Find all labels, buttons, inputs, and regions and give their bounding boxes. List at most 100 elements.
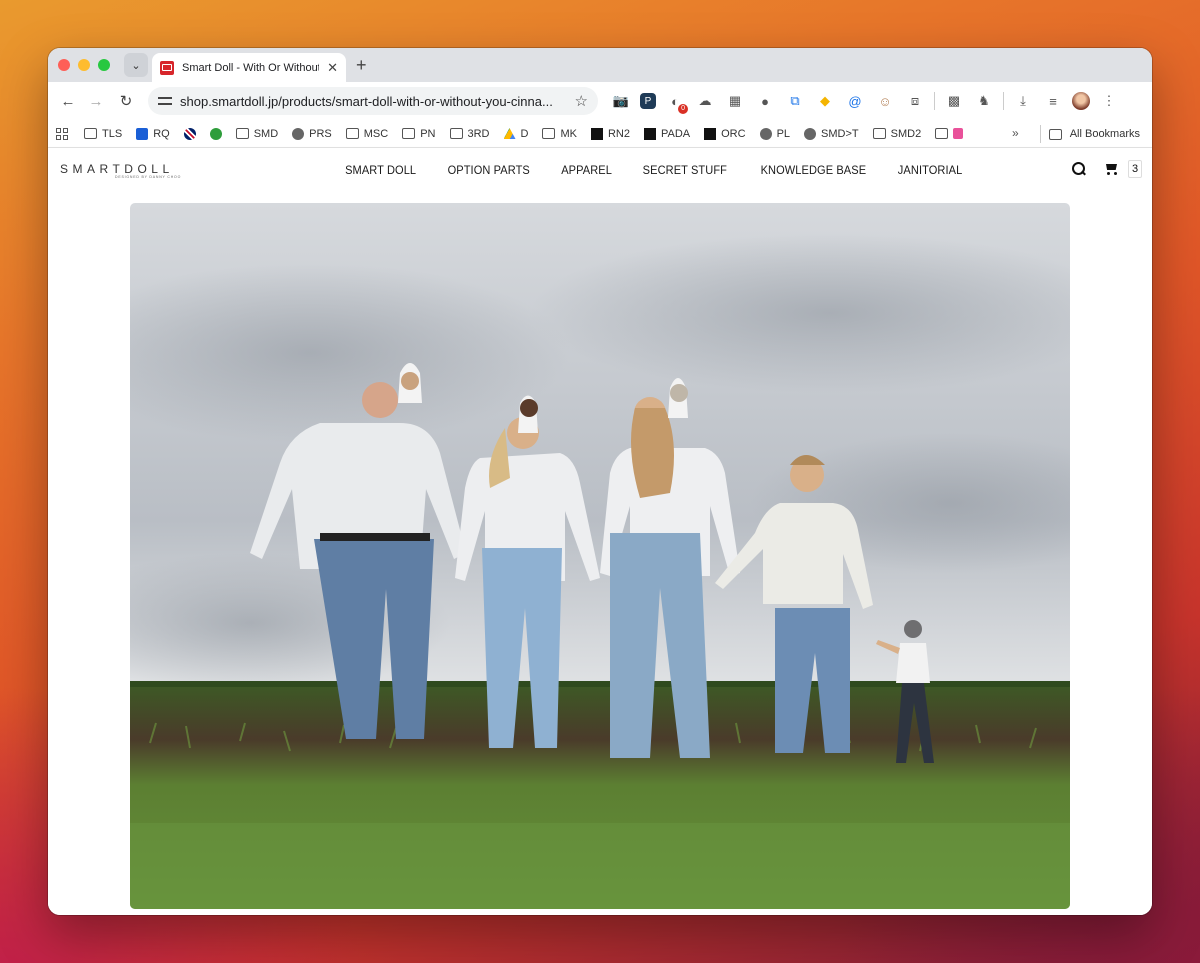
download-icon[interactable]: ⤓ [1012, 91, 1034, 111]
nav-knowledge-base[interactable]: KNOWLEDGE BASE [760, 163, 866, 177]
tab-strip: ⌄ Smart Doll - With Or Without You Cinna… [48, 48, 1152, 82]
toolbar-divider [934, 92, 935, 110]
cloud-extension-icon[interactable]: ☁ [694, 91, 716, 111]
kebab-menu-icon[interactable]: ⋮ [1098, 91, 1120, 111]
bookmark-pl[interactable]: PL [759, 127, 790, 140]
active-tab[interactable]: Smart Doll - With Or Without You Cinnamo… [152, 53, 346, 82]
bookmark-smd[interactable]: SMD [235, 128, 278, 140]
bookmark-star-icon[interactable]: ☆ [575, 92, 588, 110]
folder-icon [235, 128, 249, 139]
logo-subtext: DESIGNED BY DANNY CHOO [115, 175, 182, 179]
bookmark-green[interactable] [209, 127, 222, 140]
folder-icon [542, 128, 556, 139]
folder-icon [449, 128, 463, 139]
product-photo[interactable] [130, 203, 1070, 909]
close-window-button[interactable] [58, 59, 70, 71]
main-nav: SMART DOLL OPTION PARTS APPAREL SECRET S… [342, 163, 965, 177]
bookmark-d[interactable]: D [503, 128, 528, 140]
globe-icon [759, 127, 772, 140]
green-circle-icon [209, 127, 222, 140]
bookmark-gift-folder[interactable] [935, 128, 964, 139]
folder-icon [345, 128, 359, 139]
face-extension-icon[interactable]: ☺ [874, 91, 896, 111]
globe-icon [292, 127, 305, 140]
smartdoll-icon [590, 127, 603, 140]
window-controls [58, 59, 110, 71]
bookmark-msc[interactable]: MSC [345, 128, 388, 140]
browser-window: ⌄ Smart Doll - With Or Without You Cinna… [48, 48, 1152, 915]
chevron-down-icon: ⌄ [131, 59, 141, 72]
mail-extension-icon[interactable]: @ [844, 91, 866, 111]
nav-secret-stuff[interactable]: SECRET STUFF [643, 163, 727, 177]
nav-janitorial[interactable]: JANITORIAL [898, 163, 963, 177]
cart-icon[interactable] [1104, 162, 1120, 176]
site-settings-icon[interactable] [158, 95, 172, 107]
bookmark-pada[interactable]: PADA [643, 127, 690, 140]
tab-search-button[interactable]: ⌄ [124, 53, 148, 77]
site-header: SMARTDOLL DESIGNED BY DANNY CHOO SMART D… [48, 148, 1152, 192]
drive-icon [503, 128, 516, 139]
media-queue-icon[interactable]: ≡ [1042, 91, 1064, 111]
apps-grid-icon[interactable] [56, 127, 68, 140]
bookmark-smd-t[interactable]: SMD>T [804, 127, 859, 140]
address-bar[interactable]: shop.smartdoll.jp/products/smart-doll-wi… [148, 87, 598, 115]
profile-avatar[interactable] [1072, 92, 1090, 110]
cookie-extension-icon[interactable]: ● [754, 91, 776, 111]
reload-button[interactable]: ↻ [116, 91, 136, 111]
logo-text: SMARTDOLL [60, 162, 174, 176]
minimize-window-button[interactable] [78, 59, 90, 71]
back-button[interactable]: ← [58, 91, 78, 111]
cart-count-badge[interactable]: 3 [1128, 160, 1142, 178]
smartdoll-favicon-icon [160, 60, 174, 75]
bookmarks-divider [1039, 125, 1041, 143]
incognito-icon[interactable]: ♞ [973, 91, 995, 111]
extensions-row: 📷 P ◐ 0 ☁ ▦ ● ⧉ ◆ @ ☺ ⧈ ▩ ♞ ⤓ ≡ ⋮ [610, 91, 1120, 114]
dropbox-icon [136, 127, 149, 140]
family-field-photo [130, 203, 1070, 909]
color-extension-icon[interactable]: ◆ [814, 91, 836, 111]
nav-smart-doll[interactable]: SMART DOLL [345, 163, 416, 177]
url-text: shop.smartdoll.jp/products/smart-doll-wi… [180, 93, 553, 109]
password-extension-icon[interactable]: P [640, 93, 656, 109]
toolbar-divider [1003, 92, 1004, 110]
bookmark-uk[interactable] [183, 127, 196, 140]
smartdoll-logo[interactable]: SMARTDOLL DESIGNED BY DANNY CHOO [60, 162, 181, 179]
close-tab-icon[interactable]: ✕ [327, 60, 338, 76]
qr-code-icon[interactable]: ▩ [943, 91, 965, 111]
all-bookmarks[interactable]: All Bookmarks [1039, 120, 1140, 148]
bookmark-rn2[interactable]: RN2 [590, 127, 630, 140]
tab-title: Smart Doll - With Or Without You Cinnamo… [182, 61, 320, 74]
bookmark-mk[interactable]: MK [542, 128, 577, 140]
bookmark-rq[interactable]: RQ [136, 127, 170, 140]
folder-icon [872, 128, 886, 139]
bookmark-pn[interactable]: PN [402, 128, 436, 140]
camera-extension-icon[interactable]: 📷 [610, 91, 632, 111]
globe-icon [804, 127, 817, 140]
bookmark-3rd[interactable]: 3RD [449, 128, 490, 140]
nav-apparel[interactable]: APPAREL [561, 163, 612, 177]
folder-icon [84, 128, 97, 139]
new-tab-button[interactable]: + [356, 55, 367, 76]
folder-icon [1048, 128, 1062, 140]
arrow-right-icon: → [88, 92, 104, 110]
arrow-left-icon: ← [60, 92, 76, 110]
smartdoll-icon [643, 127, 656, 140]
gift-icon [953, 128, 964, 139]
bookmark-tls[interactable]: TLS [84, 128, 122, 140]
maximize-window-button[interactable] [98, 59, 110, 71]
uk-flag-icon [183, 127, 196, 140]
browser-toolbar: ← → ↻ shop.smartdoll.jp/products/smart-d… [48, 82, 1152, 120]
bookmark-prs[interactable]: PRS [292, 127, 332, 140]
bookmarks-bar: TLS RQ SMD PRS MSC PN 3RD D MK RN2 PADA … [48, 120, 1152, 148]
reload-icon: ↻ [119, 93, 133, 110]
calendar-extension-icon[interactable]: ▦ [724, 91, 746, 111]
forward-button[interactable]: → [86, 91, 106, 111]
nav-option-parts[interactable]: OPTION PARTS [448, 163, 530, 177]
counter-extension-icon[interactable]: ◐ 0 [664, 91, 688, 114]
bookmark-orc[interactable]: ORC [704, 127, 746, 140]
search-icon[interactable] [1072, 162, 1086, 176]
bookmark-smd2[interactable]: SMD2 [872, 128, 921, 140]
translate-extension-icon[interactable]: ⧉ [784, 91, 806, 111]
puzzle-extensions-icon[interactable]: ⧈ [904, 91, 926, 111]
more-bookmarks-button[interactable]: » [1012, 126, 1019, 140]
